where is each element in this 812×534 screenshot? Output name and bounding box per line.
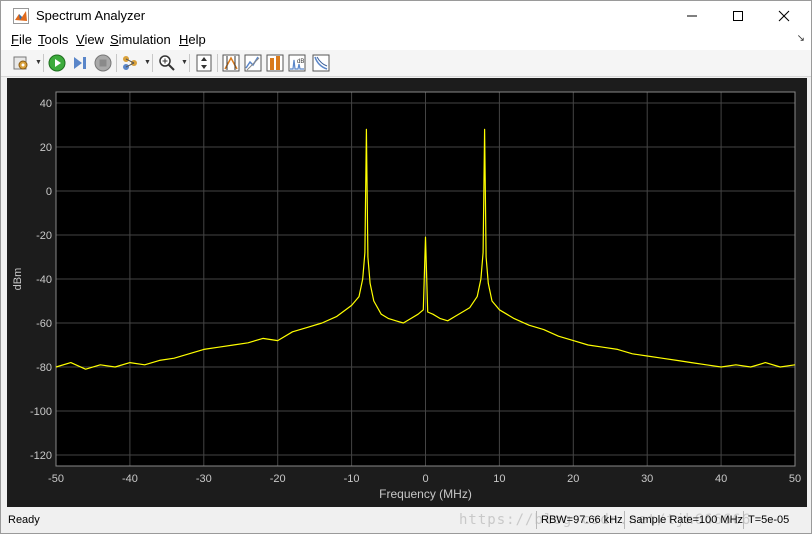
status-ready: Ready [8, 514, 40, 526]
menu-file[interactable]: File [11, 32, 32, 47]
signal-highlight-icon [123, 56, 137, 70]
step-forward-button[interactable] [70, 53, 90, 73]
menu-file-label: ile [18, 32, 32, 47]
settings-dropdown-icon[interactable]: ▼ [35, 59, 42, 66]
x-tick-label: 20 [567, 473, 579, 485]
zoom-in-icon [159, 55, 175, 71]
scale-axes-icon [196, 54, 212, 72]
spectrum-plot[interactable]: -50 -40 -30 -20 -10 0 10 20 30 40 50-120-100-80-60… [7, 78, 807, 507]
menu-help-label: elp [188, 32, 206, 47]
spectrum-analyzer-window: Spectrum Analyzer File Tools View Simula… [0, 0, 812, 534]
x-tick-label: -20 [270, 473, 286, 485]
y-tick-label: 0 [46, 186, 52, 198]
run-button[interactable] [47, 53, 67, 73]
run-icon [48, 54, 66, 72]
y-tick-label: -60 [36, 318, 52, 330]
signal-dropdown-icon[interactable]: ▼ [144, 59, 151, 66]
ccdf-measurements-button[interactable] [311, 53, 331, 73]
distortion-measurements-icon: dB [288, 54, 306, 72]
y-tick-label: -40 [36, 274, 52, 286]
zoom-dropdown-icon[interactable]: ▼ [181, 59, 188, 66]
menu-view-label: iew [84, 32, 104, 47]
toolbar-separator [116, 54, 117, 72]
close-button[interactable] [761, 1, 807, 31]
signal-highlight-button[interactable] [120, 53, 140, 73]
x-tick-label: 40 [715, 473, 727, 485]
cursor-measurements-icon [222, 54, 240, 72]
maximize-button[interactable] [715, 1, 761, 31]
menu-help-mnemonic: H [179, 32, 189, 47]
svg-text:dB: dB [297, 59, 304, 65]
menu-bar: File Tools View Simulation Help ↘ [1, 31, 811, 50]
status-time: T=5e-05 [743, 511, 789, 529]
window-title: Spectrum Analyzer [36, 8, 146, 23]
menu-help[interactable]: Help [179, 32, 206, 47]
x-tick-label: 0 [422, 473, 428, 485]
y-axis-label: dBm [12, 268, 24, 291]
undock-arrow-icon[interactable]: ↘ [797, 33, 805, 44]
menu-simulation-label: imulation [118, 32, 171, 47]
x-tick-label: -40 [122, 473, 138, 485]
toolbar-separator [43, 54, 44, 72]
channel-measurements-button[interactable] [265, 53, 285, 73]
x-tick-label: 30 [641, 473, 653, 485]
menu-tools[interactable]: Tools [38, 32, 68, 47]
y-tick-label: -80 [36, 362, 52, 374]
x-tick-label: -50 [48, 473, 64, 485]
distortion-measurements-button[interactable]: dB [287, 53, 307, 73]
menu-file-mnemonic: F [11, 32, 19, 47]
zoom-in-button[interactable] [157, 53, 177, 73]
x-axis-label: Frequency (MHz) [379, 487, 472, 501]
minimize-icon [687, 15, 697, 17]
title-bar: Spectrum Analyzer [1, 1, 811, 31]
peak-finder-button[interactable] [243, 53, 263, 73]
settings-button[interactable] [11, 53, 31, 73]
minimize-button[interactable] [669, 1, 715, 31]
status-bar: Ready https://blog.csdn.net/tjh666666 RB… [1, 507, 811, 533]
close-icon [778, 10, 790, 22]
y-tick-label: -100 [30, 406, 52, 418]
toolbar-separator [189, 54, 190, 72]
ccdf-measurements-icon [312, 54, 330, 72]
x-tick-label: 10 [493, 473, 505, 485]
x-tick-label: -30 [196, 473, 212, 485]
y-tick-label: 20 [40, 142, 52, 154]
status-sample-rate: Sample Rate=100 MHz [624, 511, 743, 529]
peak-finder-icon [244, 54, 262, 72]
step-forward-icon [74, 57, 86, 69]
y-tick-label: 40 [40, 98, 52, 110]
status-rbw: RBW=97.66 kHz [536, 511, 623, 529]
menu-tools-label: ools [44, 32, 69, 47]
x-tick-label: 50 [789, 473, 801, 485]
stop-button[interactable] [93, 53, 113, 73]
y-tick-label: -120 [30, 450, 52, 462]
scale-axes-button[interactable] [194, 53, 214, 73]
maximize-icon [733, 11, 743, 21]
y-tick-label: -20 [36, 230, 52, 242]
matlab-icon [13, 8, 29, 24]
plot-panel: -50 -40 -30 -20 -10 0 10 20 30 40 50 -120 -100 -80 -60… [7, 78, 807, 507]
cursor-measurements-button[interactable] [221, 53, 241, 73]
toolbar-separator [152, 54, 153, 72]
menu-simulation-mnemonic: S [110, 32, 119, 47]
menu-view[interactable]: View [76, 32, 104, 47]
menu-simulation[interactable]: Simulation [110, 32, 171, 47]
toolbar-separator [217, 54, 218, 72]
toolbar: ▼ ▼ ▼ dB [1, 50, 811, 77]
x-tick-label: -10 [344, 473, 360, 485]
channel-measurements-icon [266, 54, 284, 72]
stop-icon [94, 54, 112, 72]
settings-icon [13, 56, 28, 70]
